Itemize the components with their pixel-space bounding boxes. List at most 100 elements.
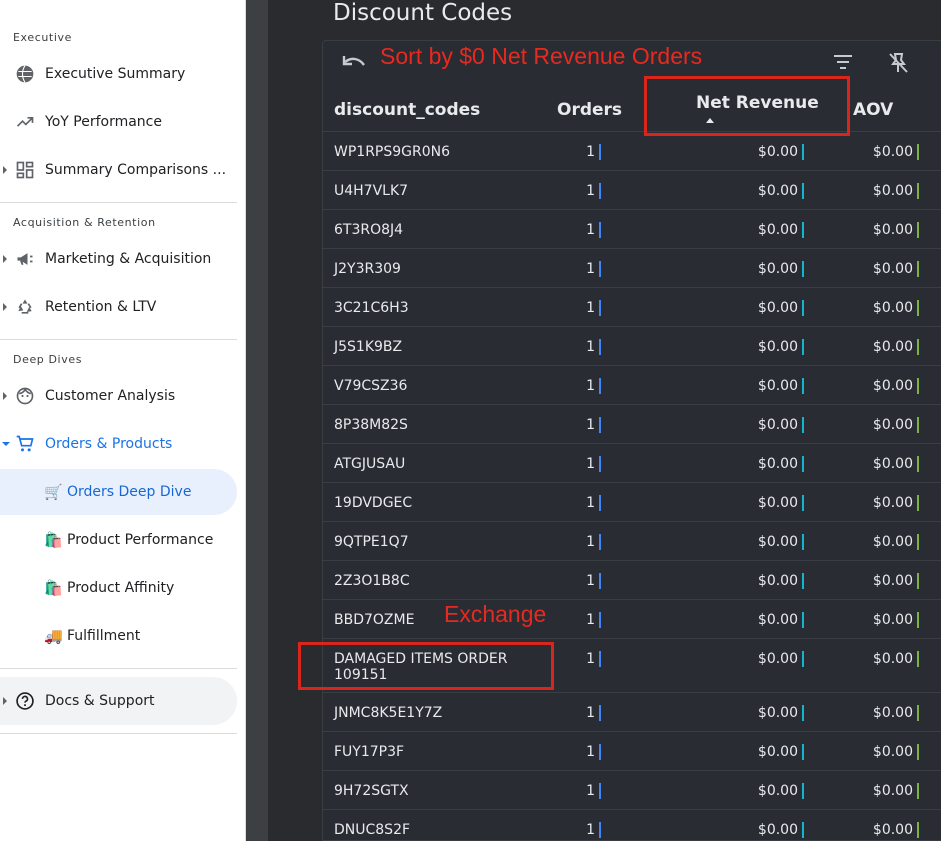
- cell-net-revenue: $0.00: [757, 744, 798, 760]
- divider: [0, 339, 237, 340]
- nav-retention-ltv[interactable]: Retention & LTV: [0, 287, 237, 327]
- subnav-label: Product Affinity: [67, 580, 175, 596]
- divider: [0, 668, 237, 669]
- cell-aov: $0.00: [872, 822, 913, 838]
- cart-icon: [14, 433, 36, 455]
- net-revenue-bar: [802, 456, 804, 472]
- subnav-fulfillment[interactable]: 🚚 Fulfillment: [0, 613, 237, 659]
- cell-discount-code: 8P38M82S: [334, 417, 408, 433]
- nav-executive-summary[interactable]: Executive Summary: [0, 54, 237, 94]
- table-row[interactable]: JNMC8K5E1Y7Z 1 $0.00 $0.00: [323, 692, 941, 731]
- cell-discount-code: 19DVDGEC: [334, 495, 413, 511]
- cell-aov: $0.00: [872, 261, 913, 277]
- nav-label: YoY Performance: [45, 114, 162, 130]
- orders-bar: [599, 705, 601, 721]
- nav-orders-products[interactable]: Orders & Products: [0, 424, 237, 464]
- nav-marketing-acquisition[interactable]: Marketing & Acquisition: [0, 239, 237, 279]
- aov-bar: [917, 378, 919, 394]
- column-header-orders[interactable]: Orders: [557, 100, 622, 120]
- table-row[interactable]: ATGJUSAU 1 $0.00 $0.00: [323, 443, 941, 482]
- chevron-down-icon: [2, 442, 10, 446]
- column-header-aov[interactable]: AOV: [853, 100, 893, 120]
- chevron-right-icon: [3, 697, 7, 705]
- nav-summary-comparisons[interactable]: Summary Comparisons ...: [0, 150, 237, 190]
- subnav-label: Product Performance: [67, 532, 214, 548]
- nav-yoy-performance[interactable]: YoY Performance: [0, 102, 237, 142]
- cell-net-revenue: $0.00: [757, 183, 798, 199]
- cell-discount-code: 3C21C6H3: [334, 300, 409, 316]
- aov-bar: [917, 744, 919, 760]
- aov-bar: [917, 300, 919, 316]
- cell-orders: 1: [586, 417, 595, 433]
- net-revenue-bar: [802, 651, 804, 667]
- orders-bar: [599, 339, 601, 355]
- cell-aov: $0.00: [872, 378, 913, 394]
- nav-customer-analysis[interactable]: Customer Analysis: [0, 376, 237, 416]
- table-row[interactable]: 6T3RO8J4 1 $0.00 $0.00: [323, 209, 941, 248]
- annotation-sort-note: Sort by $0 Net Revenue Orders: [380, 43, 703, 69]
- orders-bar: [599, 612, 601, 628]
- aov-bar: [917, 573, 919, 589]
- undo-icon[interactable]: [341, 52, 367, 80]
- cell-net-revenue: $0.00: [757, 339, 798, 355]
- cell-discount-code: JNMC8K5E1Y7Z: [334, 705, 443, 721]
- nav-docs-support[interactable]: Docs & Support: [0, 681, 237, 721]
- orders-bar: [599, 261, 601, 277]
- net-revenue-bar: [802, 144, 804, 160]
- orders-bar: [599, 573, 601, 589]
- annotation-box-net-revenue: [644, 76, 850, 136]
- cell-orders: 1: [586, 456, 595, 472]
- cell-aov: $0.00: [872, 573, 913, 589]
- scroll-gutter: [246, 0, 268, 841]
- orders-bar: [599, 222, 601, 238]
- subnav-orders-deep-dive[interactable]: 🛒 Orders Deep Dive: [0, 469, 237, 515]
- subnav-product-performance[interactable]: 🛍️ Product Performance: [0, 517, 237, 563]
- orders-bar: [599, 144, 601, 160]
- cell-net-revenue: $0.00: [757, 300, 798, 316]
- orders-bar: [599, 456, 601, 472]
- page-title: Discount Codes: [333, 0, 513, 26]
- table-row[interactable]: BBD7OZME 1 $0.00 $0.00: [323, 599, 941, 638]
- cell-net-revenue: $0.00: [757, 456, 798, 472]
- pin-off-icon[interactable]: [887, 51, 909, 81]
- aov-bar: [917, 417, 919, 433]
- table-row[interactable]: DNUC8S2F 1 $0.00 $0.00: [323, 809, 941, 841]
- table-row[interactable]: 8P38M82S 1 $0.00 $0.00: [323, 404, 941, 443]
- cell-net-revenue: $0.00: [757, 705, 798, 721]
- annotation-exchange-note: Exchange: [444, 601, 547, 627]
- aov-bar: [917, 183, 919, 199]
- table-row[interactable]: J2Y3R309 1 $0.00 $0.00: [323, 248, 941, 287]
- cell-discount-code: 9QTPE1Q7: [334, 534, 409, 550]
- table-row[interactable]: J5S1K9BZ 1 $0.00 $0.00: [323, 326, 941, 365]
- filter-icon[interactable]: [832, 53, 854, 77]
- subnav-label: Orders Deep Dive: [67, 484, 192, 500]
- nav-label: Orders & Products: [45, 436, 173, 452]
- table-row[interactable]: V79CSZ36 1 $0.00 $0.00: [323, 365, 941, 404]
- cell-aov: $0.00: [872, 300, 913, 316]
- chevron-right-icon: [3, 392, 7, 400]
- net-revenue-bar: [802, 378, 804, 394]
- table-row[interactable]: FUY17P3F 1 $0.00 $0.00: [323, 731, 941, 770]
- table-row[interactable]: 3C21C6H3 1 $0.00 $0.00: [323, 287, 941, 326]
- nav-label: Retention & LTV: [45, 299, 157, 315]
- aov-bar: [917, 144, 919, 160]
- nav-label: Summary Comparisons ...: [45, 162, 227, 178]
- cell-aov: $0.00: [872, 651, 913, 667]
- table-row[interactable]: 19DVDGEC 1 $0.00 $0.00: [323, 482, 941, 521]
- column-header-discount-codes[interactable]: discount_codes: [334, 100, 480, 120]
- table-row[interactable]: 9H72SGTX 1 $0.00 $0.00: [323, 770, 941, 809]
- table-row[interactable]: 2Z3O1B8C 1 $0.00 $0.00: [323, 560, 941, 599]
- megaphone-icon: [14, 248, 36, 270]
- section-label-executive: Executive: [13, 31, 72, 44]
- table-row[interactable]: U4H7VLK7 1 $0.00 $0.00: [323, 170, 941, 209]
- table-row[interactable]: WP1RPS9GR0N6 1 $0.00 $0.00: [323, 131, 941, 170]
- orders-bar: [599, 183, 601, 199]
- subnav-product-affinity[interactable]: 🛍️ Product Affinity: [0, 565, 237, 611]
- table-row[interactable]: 9QTPE1Q7 1 $0.00 $0.00: [323, 521, 941, 560]
- cell-orders: 1: [586, 300, 595, 316]
- net-revenue-bar: [802, 417, 804, 433]
- cell-discount-code: J5S1K9BZ: [334, 339, 403, 355]
- orders-bar: [599, 534, 601, 550]
- net-revenue-bar: [802, 300, 804, 316]
- net-revenue-bar: [802, 261, 804, 277]
